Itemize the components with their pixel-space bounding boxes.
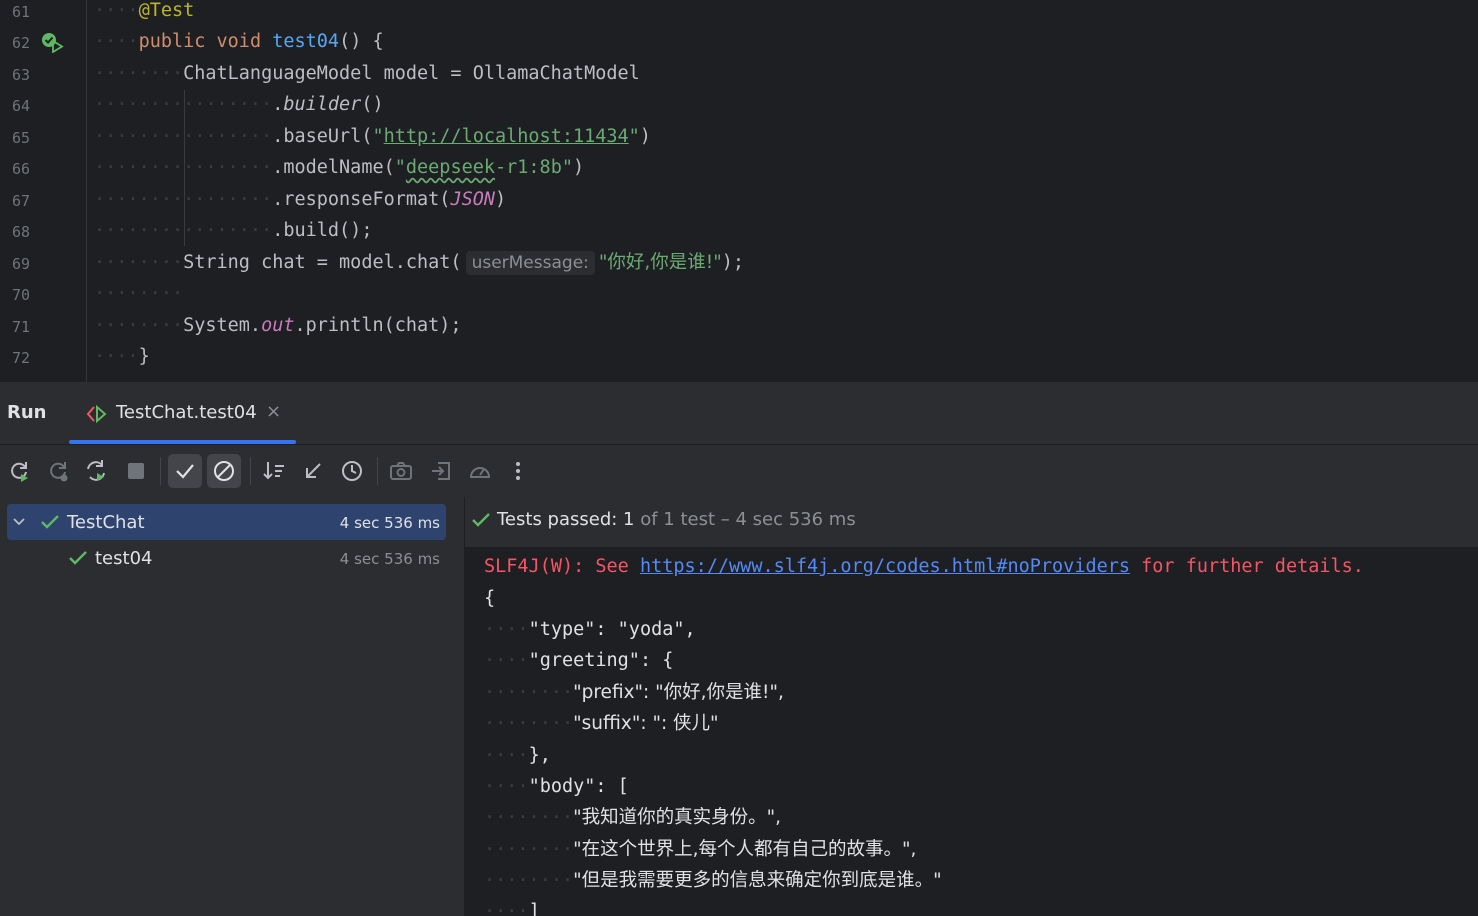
show-ignored-icon[interactable] (207, 454, 241, 488)
line-number: 61 (12, 3, 31, 21)
active-tab-indicator (69, 440, 296, 444)
code-line-72[interactable]: ····} (94, 342, 150, 372)
code-line-62[interactable]: ····public void test04() { (94, 27, 384, 57)
code-line-65[interactable]: ················.baseUrl("http://localho… (94, 122, 651, 152)
console-line: { (484, 588, 496, 609)
console-line: ····"greeting": { (484, 650, 674, 671)
line-number: 62 (12, 34, 31, 52)
line-number: 70 (12, 286, 31, 304)
tab-testchat-test04[interactable]: TestChat.test04 × (69, 382, 296, 444)
run-panel-header: Run TestChat.test04 × (0, 382, 1478, 445)
test-history-icon[interactable] (335, 454, 369, 488)
passed-check-icon (69, 551, 87, 565)
tab-label: TestChat.test04 (116, 402, 257, 423)
console-line: ····}, (484, 745, 551, 766)
line-number: 66 (12, 160, 31, 178)
code-editor[interactable]: 61 62 63 64 65 66 67 68 69 70 71 72 ····… (0, 0, 1478, 382)
tree-item-testchat[interactable]: TestChat 4 sec 536 ms (7, 504, 446, 540)
screenshot-icon[interactable] (384, 454, 418, 488)
coverage-icon[interactable] (463, 454, 497, 488)
passed-check-icon (41, 515, 59, 529)
code-line-61[interactable]: ····@Test (94, 0, 194, 26)
import-tests-icon[interactable] (296, 454, 330, 488)
test-status-bar: Tests passed: 1 of 1 test – 4 sec 536 ms (465, 497, 1478, 547)
chevron-down-icon[interactable] (13, 517, 25, 527)
code-line-67[interactable]: ················.responseFormat(JSON) (94, 185, 506, 215)
console-line: ····"type": "yoda", (484, 619, 696, 640)
console-line: ········"prefix": "你好,你是谁!", (484, 682, 784, 703)
tree-item-label: test04 (95, 548, 153, 569)
code-line-70[interactable]: ········ (94, 279, 183, 309)
status-text: Tests passed: 1 of 1 test – 4 sec 536 ms (497, 509, 856, 530)
code-line-71[interactable]: ········System.out.println(chat); (94, 311, 462, 341)
close-icon[interactable]: × (266, 401, 281, 422)
toolbar-separator (250, 457, 251, 485)
stop-icon[interactable] (119, 454, 153, 488)
console-line: ····"body": [ (484, 776, 629, 797)
run-toolbar (0, 445, 1478, 498)
tree-item-time: 4 sec 536 ms (339, 550, 440, 568)
parameter-hint: userMessage: (465, 251, 595, 275)
toggle-auto-test-icon[interactable] (79, 454, 113, 488)
code-line-66[interactable]: ················.modelName("deepseek-r1:… (94, 153, 584, 183)
toolbar-separator (377, 457, 378, 485)
rerun-icon[interactable] (2, 454, 36, 488)
line-number: 67 (12, 192, 31, 210)
sort-icon[interactable] (257, 454, 291, 488)
console-output[interactable]: Tests passed: 1 of 1 test – 4 sec 536 ms… (465, 497, 1478, 916)
show-passed-icon[interactable] (168, 454, 202, 488)
more-icon[interactable] (501, 454, 535, 488)
line-number: 71 (12, 318, 31, 336)
code-line-68[interactable]: ················.build(); (94, 216, 372, 246)
test-tree: TestChat 4 sec 536 ms test04 4 sec 536 m… (0, 497, 465, 916)
line-number: 68 (12, 223, 31, 241)
line-number: 65 (12, 129, 31, 147)
tree-item-test04[interactable]: test04 4 sec 536 ms (7, 540, 446, 576)
console-line: ········"我知道你的真实身份。", (484, 807, 782, 828)
test-run-icon (86, 404, 107, 424)
tree-item-time: 4 sec 536 ms (339, 514, 440, 532)
tree-item-label: TestChat (67, 512, 145, 533)
console-line: ········"但是我需要更多的信息来确定你到底是谁。" (484, 870, 942, 891)
code-line-64[interactable]: ················.builder() (94, 90, 384, 120)
line-number: 63 (12, 66, 31, 84)
console-line: ····] (484, 901, 540, 916)
console-warning-line: SLF4J(W): See https://www.slf4j.org/code… (484, 556, 1364, 577)
code-line-63[interactable]: ········ChatLanguageModel model = Ollama… (94, 59, 640, 89)
line-number: 72 (12, 349, 31, 367)
export-icon[interactable] (424, 454, 458, 488)
console-line: ········"suffix": ": 侠儿" (484, 713, 719, 734)
slf4j-link[interactable]: https://www.slf4j.org/codes.html#noProvi… (640, 556, 1130, 577)
console-line: ········"在这个世界上,每个人都有自己的故事。", (484, 839, 917, 860)
line-number: 69 (12, 255, 31, 273)
toolbar-separator (160, 457, 161, 485)
rerun-failed-icon[interactable] (41, 454, 75, 488)
line-number: 64 (12, 97, 31, 115)
editor-gutter: 61 62 63 64 65 66 67 68 69 70 71 72 (0, 0, 87, 382)
code-line-69[interactable]: ········String chat = model.chat(userMes… (94, 248, 744, 278)
run-test-gutter-icon[interactable] (40, 31, 64, 53)
passed-check-icon (472, 513, 490, 527)
run-panel-title: Run (7, 402, 47, 423)
